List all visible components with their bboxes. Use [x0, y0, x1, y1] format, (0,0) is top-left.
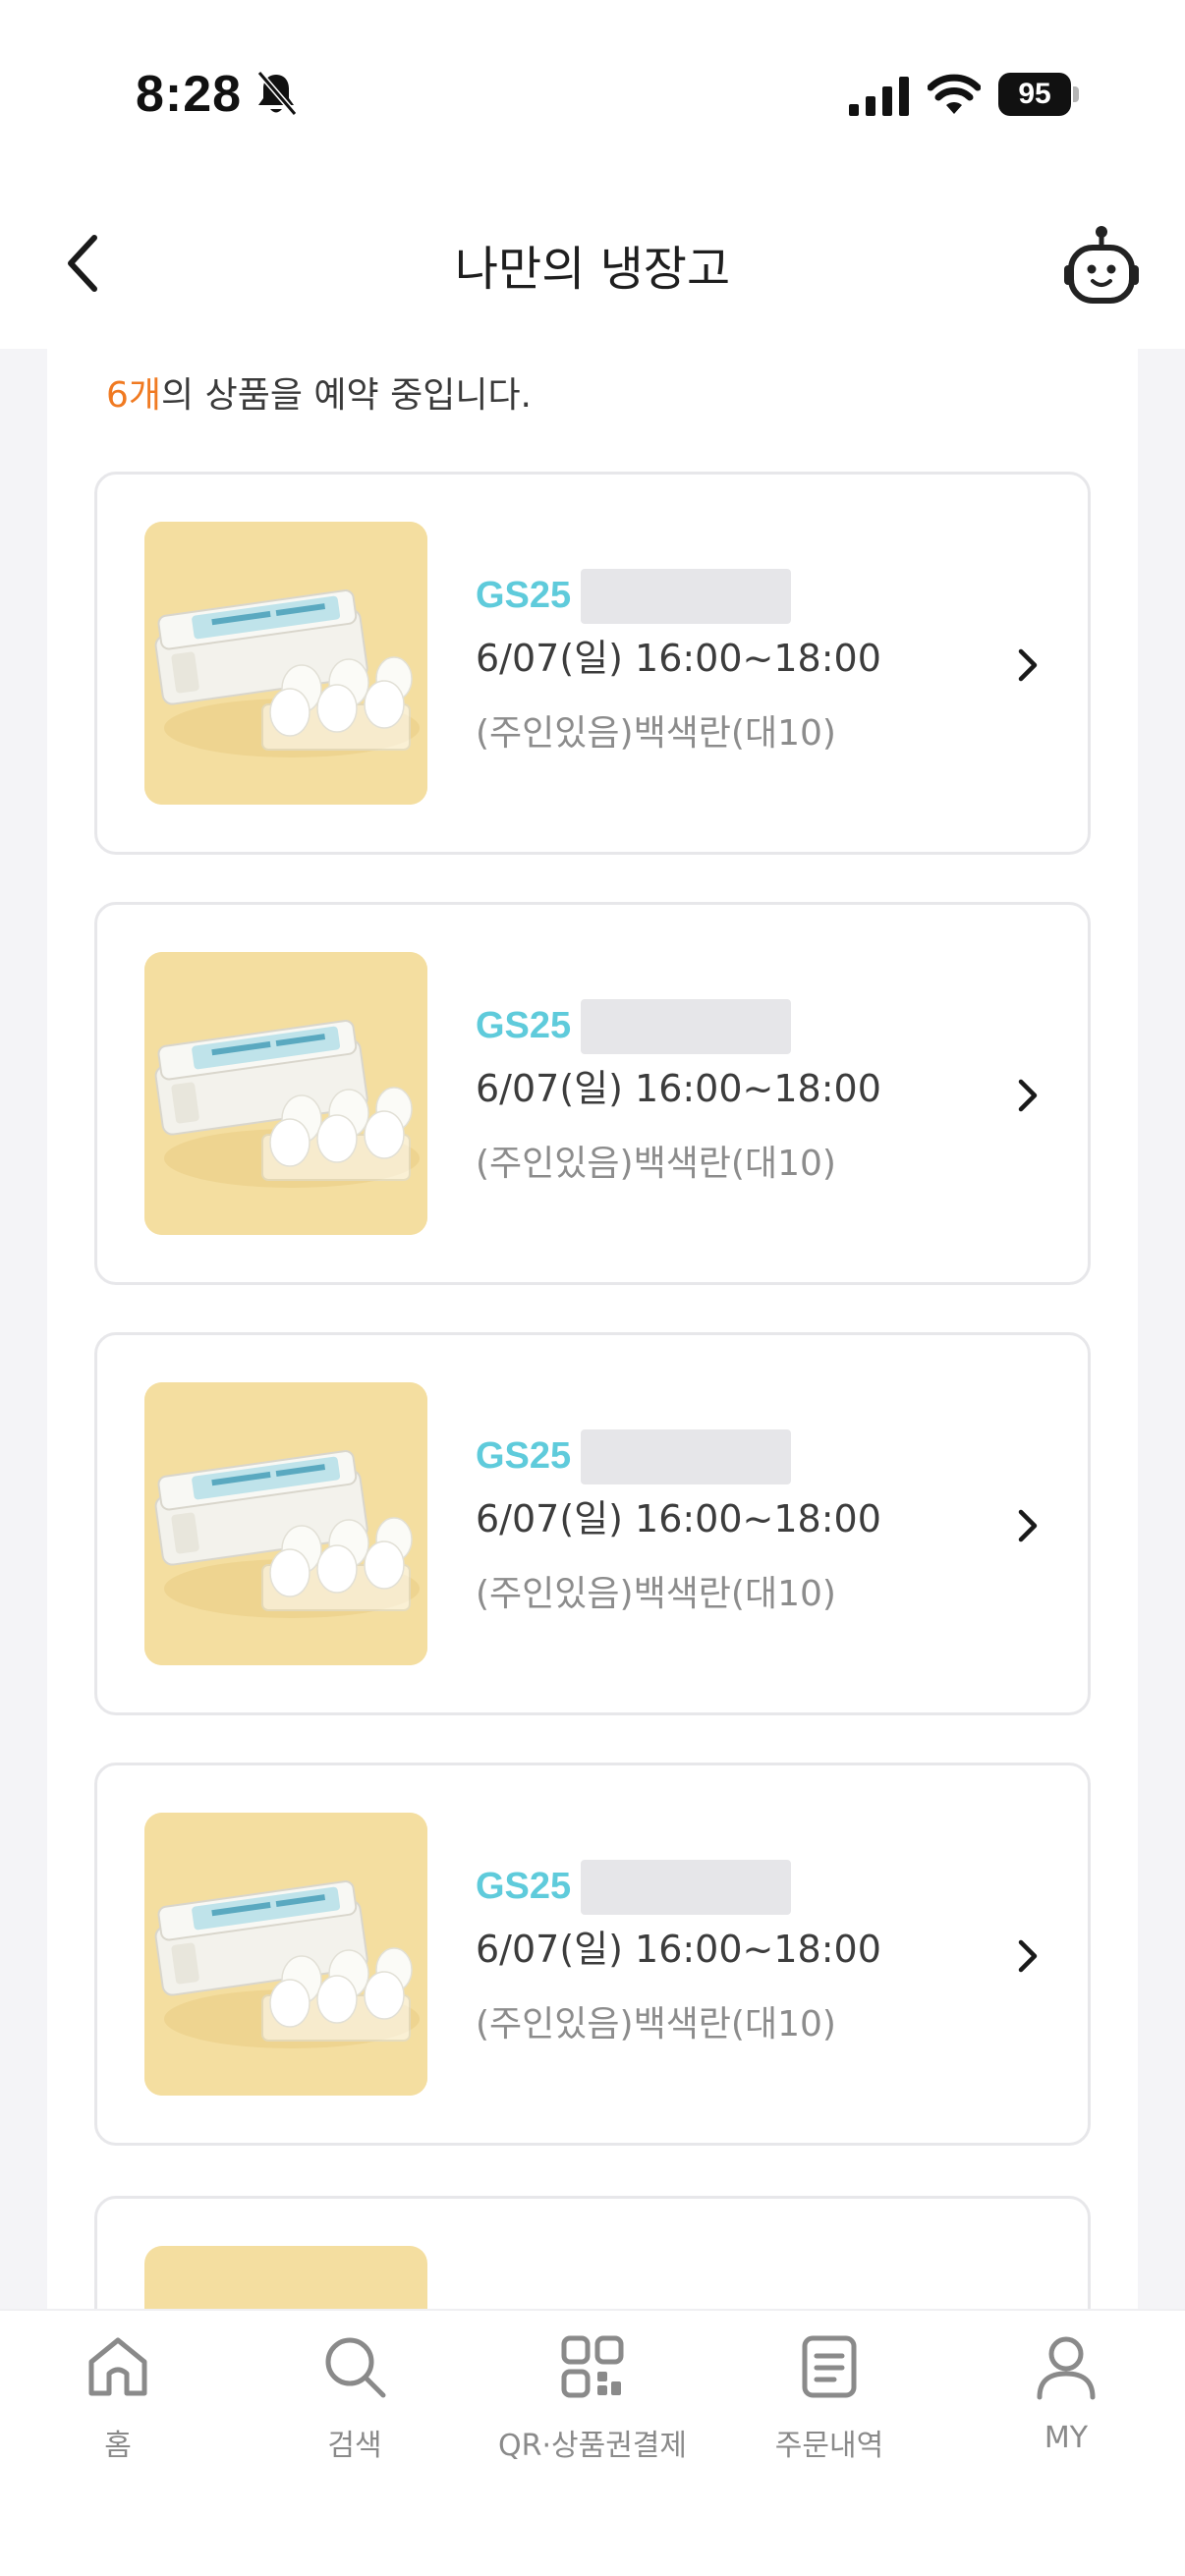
- chevron-right-icon: [1018, 1939, 1038, 1973]
- product-thumbnail: [144, 952, 427, 1235]
- product-name: (주인있음)백색란(대10): [476, 1574, 836, 1614]
- reservation-summary: 6개의 상품을 예약 중입니다.: [106, 366, 532, 418]
- chevron-right-icon: [1018, 1509, 1038, 1542]
- store-branch-redacted: [581, 1860, 791, 1915]
- nav-search[interactable]: 검색: [237, 2330, 473, 2488]
- nav-qr-payment-label: QR·상품권결제: [498, 2429, 687, 2463]
- product-name: (주인있음)백색란(대10): [476, 2004, 836, 2044]
- battery-cap: [1073, 86, 1079, 102]
- reservation-count: 6개: [106, 375, 162, 416]
- cellular-signal-icon: [849, 77, 909, 116]
- nav-my-label: MY: [1044, 2421, 1089, 2455]
- store-name: GS25: [476, 1435, 572, 1477]
- product-name: (주인있음)백색란(대10): [476, 713, 836, 754]
- order-history-icon: [802, 2335, 857, 2398]
- store-branch-redacted: [581, 569, 791, 624]
- egg-carton-image: [144, 1382, 427, 1665]
- page-title: 나만의 냉장고: [454, 242, 731, 297]
- chevron-right-icon: [1018, 648, 1038, 682]
- status-time: 8:28: [136, 66, 243, 123]
- app-screen: 8:28 95 나만의 냉장고 6개의 상품을 예약 중입니다. GS25 6/…: [0, 0, 1185, 2576]
- reservation-summary-text: 의 상품을 예약 중입니다.: [161, 375, 533, 416]
- qr-icon: [561, 2335, 624, 2398]
- egg-carton-image: [144, 952, 427, 1235]
- egg-carton-image: [144, 522, 427, 805]
- chatbot-icon[interactable]: [1063, 224, 1140, 307]
- search-icon: [325, 2337, 386, 2398]
- product-name: (주인있음)백색란(대10): [476, 1144, 836, 1184]
- chevron-right-icon: [1018, 1079, 1038, 1112]
- user-icon: [1037, 2336, 1096, 2400]
- bell-off-icon: [256, 71, 298, 116]
- nav-order-history[interactable]: 주문내역: [711, 2330, 947, 2488]
- egg-carton-image: [144, 1813, 427, 2096]
- reservation-panel: 6개의 상품을 예약 중입니다. GS25 6/07(일) 16:00~18:0…: [47, 349, 1138, 2309]
- status-bar: 8:28 95: [0, 0, 1185, 196]
- reservation-card[interactable]: GS25 6/07(일) 16:00~18:00 (주인있음)백색란(대10): [94, 1332, 1091, 1715]
- nav-search-label: 검색: [327, 2429, 382, 2463]
- store-branch-redacted: [581, 1429, 791, 1484]
- nav-home[interactable]: 홈: [0, 2330, 236, 2488]
- store-name: GS25: [476, 575, 572, 616]
- product-thumbnail: [144, 2246, 427, 2309]
- reservation-card[interactable]: GS25 6/07(일) 16:00~18:00 (주인있음)백색란(대10): [94, 1763, 1091, 2146]
- product-thumbnail: [144, 1813, 427, 2096]
- pickup-datetime: 6/07(일) 16:00~18:00: [476, 637, 881, 680]
- store-name: GS25: [476, 1866, 572, 1907]
- store-name: GS25: [476, 1005, 572, 1046]
- reservation-card-partial[interactable]: [94, 2196, 1091, 2309]
- pickup-datetime: 6/07(일) 16:00~18:00: [476, 1928, 881, 1971]
- battery-level: 95: [998, 73, 1071, 116]
- top-header: 나만의 냉장고: [0, 196, 1185, 349]
- reservation-card[interactable]: GS25 6/07(일) 16:00~18:00 (주인있음)백색란(대10): [94, 902, 1091, 1285]
- product-thumbnail: [144, 522, 427, 805]
- bottom-navigation: 홈 검색 QR·상품권결제 주문내역 MY: [0, 2309, 1185, 2576]
- nav-my[interactable]: MY: [948, 2330, 1184, 2488]
- nav-order-history-label: 주문내역: [774, 2429, 884, 2463]
- wifi-icon: [928, 74, 981, 114]
- nav-qr-payment[interactable]: QR·상품권결제: [475, 2330, 710, 2488]
- pickup-datetime: 6/07(일) 16:00~18:00: [476, 1067, 881, 1110]
- product-thumbnail: [144, 1382, 427, 1665]
- home-icon: [88, 2337, 147, 2396]
- battery-indicator: 95: [998, 73, 1079, 116]
- nav-home-label: 홈: [104, 2429, 132, 2463]
- store-branch-redacted: [581, 999, 791, 1054]
- reservation-card[interactable]: GS25 6/07(일) 16:00~18:00 (주인있음)백색란(대10): [94, 472, 1091, 855]
- pickup-datetime: 6/07(일) 16:00~18:00: [476, 1497, 881, 1540]
